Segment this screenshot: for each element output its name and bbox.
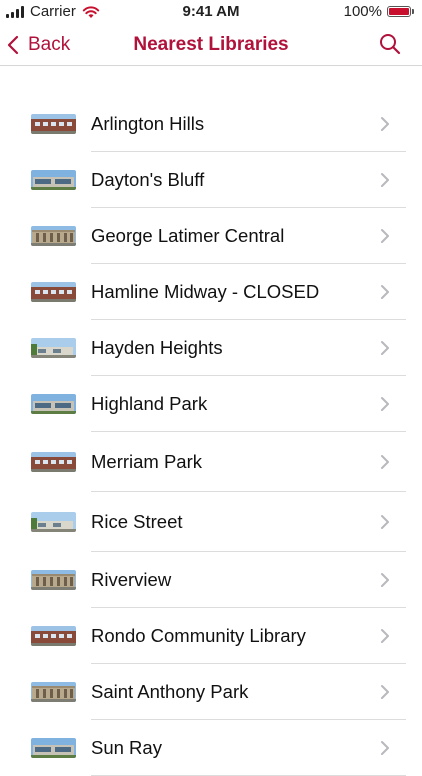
library-name: Highland Park <box>91 393 208 414</box>
list-item[interactable]: Saint Anthony Park <box>0 664 422 720</box>
library-thumbnail <box>31 570 76 590</box>
chevron-right-icon <box>381 117 389 131</box>
library-thumbnail <box>31 394 76 414</box>
chevron-right-icon <box>381 229 389 243</box>
list-item[interactable]: Hayden Heights <box>0 320 422 376</box>
battery-tip <box>412 9 414 14</box>
search-icon[interactable] <box>378 32 402 56</box>
chevron-right-icon <box>381 285 389 299</box>
status-right: 100% <box>344 3 414 20</box>
library-name: Rice Street <box>91 511 183 532</box>
library-thumbnail <box>31 226 76 246</box>
list-item[interactable]: Rice Street <box>0 492 422 552</box>
library-thumbnail <box>31 626 76 646</box>
library-thumbnail <box>31 738 76 758</box>
list-item[interactable]: Sun Ray <box>0 720 422 776</box>
chevron-right-icon <box>381 629 389 643</box>
chevron-right-icon <box>381 741 389 755</box>
library-name: Hamline Midway - CLOSED <box>91 281 320 302</box>
list-item[interactable]: Arlington Hills <box>0 96 422 152</box>
library-name: Saint Anthony Park <box>91 681 249 702</box>
list-item[interactable]: Dayton's Bluff <box>0 152 422 208</box>
library-name: Sun Ray <box>91 737 162 758</box>
library-thumbnail <box>31 114 76 134</box>
library-name: Merriam Park <box>91 451 203 472</box>
chevron-right-icon <box>381 341 389 355</box>
library-thumbnail <box>31 282 76 302</box>
library-name: Arlington Hills <box>91 113 205 134</box>
library-name: Dayton's Bluff <box>91 169 205 190</box>
chevron-right-icon <box>381 515 389 529</box>
chevron-right-icon <box>381 173 389 187</box>
status-bar: Carrier 9:41 AM 100% <box>0 0 422 24</box>
battery-icon <box>387 6 411 17</box>
chevron-right-icon <box>381 397 389 411</box>
list-item[interactable]: George Latimer Central <box>0 208 422 264</box>
battery-percent: 100% <box>343 3 382 20</box>
list-item[interactable]: Highland Park <box>0 376 422 432</box>
library-thumbnail <box>31 338 76 358</box>
library-name: Rondo Community Library <box>91 625 306 646</box>
library-list: Arlington Hills Dayton's Bluff George Lati… <box>0 96 422 776</box>
library-name: Hayden Heights <box>91 337 223 358</box>
list-item[interactable]: Merriam Park <box>0 432 422 492</box>
library-thumbnail <box>31 512 76 532</box>
library-name: Riverview <box>91 569 172 590</box>
chevron-right-icon <box>381 573 389 587</box>
navigation-bar: Back Nearest Libraries <box>0 24 422 66</box>
chevron-right-icon <box>381 455 389 469</box>
chevron-right-icon <box>381 685 389 699</box>
page-title: Nearest Libraries <box>133 34 289 55</box>
library-thumbnail <box>31 452 76 472</box>
library-thumbnail <box>31 682 76 702</box>
list-item[interactable]: Riverview <box>0 552 422 608</box>
library-name: George Latimer Central <box>91 225 285 246</box>
list-item[interactable]: Rondo Community Library <box>0 608 422 664</box>
list-item[interactable]: Hamline Midway - CLOSED <box>0 264 422 320</box>
library-thumbnail <box>31 170 76 190</box>
